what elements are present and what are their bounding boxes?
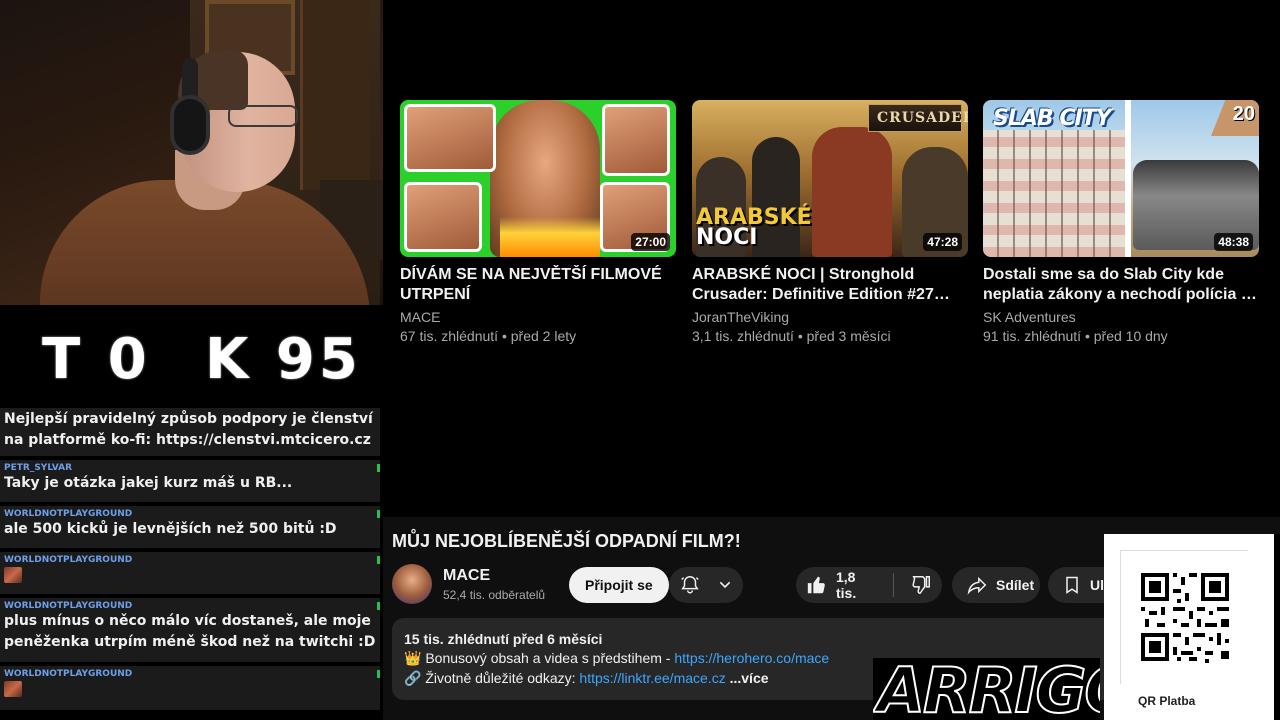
like-count: 1,8 tis.	[836, 569, 857, 601]
thumbnail-inset	[404, 104, 496, 172]
video-title[interactable]: DÍVÁM SE NA NEJVĚTŠÍ FILMOVÉ UTRPENÍ	[400, 265, 676, 305]
chat-indicator	[377, 670, 380, 678]
video-meta: 91 tis. zhlédnutí • před 10 dny	[983, 328, 1168, 344]
chat-username[interactable]: WORLDNOTPLAYGROUND	[4, 669, 380, 679]
chat-message-text: plus mínus o něco málo víc dostaneš, ale…	[4, 613, 376, 650]
chat-message: WORLDNOTPLAYGROUND	[0, 666, 380, 712]
emote-icon	[4, 567, 22, 583]
share-icon	[966, 574, 988, 596]
like-separator	[893, 573, 894, 597]
video-title[interactable]: ARABSKÉ NOCI | Stronghold Crusader: Defi…	[692, 265, 968, 305]
chat-indicator	[377, 556, 380, 564]
chat-message: Nejlepší pravidelný způsob podpory je čl…	[0, 408, 380, 458]
recommended-video[interactable]: CRUSADER ARABSKÉ NOCI 47:28 ARABSKÉ NOCI…	[692, 100, 972, 345]
chat-message-text: ale 500 kicků je levnějších než 500 bitů…	[4, 521, 337, 537]
thumbnail-inset	[404, 182, 482, 252]
emote-icon	[4, 681, 22, 697]
video-title: MŮJ NEJOBLÍBENĚJŠÍ ODPADNÍ FILM?!	[392, 531, 741, 551]
thumbnail-caption: SLAB CITY	[993, 106, 1112, 131]
channel-name[interactable]: JoranTheViking	[692, 307, 972, 327]
show-more-button[interactable]: ...více	[726, 670, 769, 686]
qr-code-icon	[1121, 551, 1249, 685]
channel-name[interactable]: SK Adventures	[983, 307, 1263, 327]
video-meta: 3,1 tis. zhlédnutí • před 3 měsíci	[692, 328, 891, 344]
thumbnail-fire	[500, 217, 600, 257]
like-button[interactable]: 1,8 tis.	[806, 569, 875, 601]
share-button[interactable]: Sdílet	[952, 567, 1040, 603]
thumbnail-figure	[812, 127, 892, 257]
join-button[interactable]: Připojit se	[569, 567, 669, 603]
chevron-down-icon	[717, 577, 733, 593]
qr-code	[1120, 550, 1249, 685]
bell-icon	[679, 574, 701, 596]
video-thumbnail[interactable]: CRUSADER ARABSKÉ NOCI 47:28	[692, 100, 968, 257]
thumbs-down-icon[interactable]	[910, 574, 932, 596]
channel-name[interactable]: MACE	[443, 567, 490, 585]
headset-icon	[170, 95, 210, 155]
bookmark-icon	[1062, 575, 1082, 595]
webcam-feed	[0, 0, 383, 305]
chat-message-text: Nejlepší pravidelný způsob podpory je čl…	[4, 411, 373, 448]
share-label: Sdílet	[996, 577, 1035, 593]
description-link[interactable]: https://herohero.co/mace	[674, 650, 829, 666]
stream-chat: Nejlepší pravidelný způsob podpory je čl…	[0, 408, 383, 720]
chat-indicator	[377, 510, 380, 518]
chat-message: WORLDNOTPLAYGROUND plus mínus o něco mál…	[0, 598, 380, 664]
thumbnail-signs-overlay	[983, 130, 1125, 257]
chat-username[interactable]: WORLDNOTPLAYGROUND	[4, 509, 380, 519]
background-door	[300, 0, 370, 190]
chat-username[interactable]: WORLDNOTPLAYGROUND	[4, 555, 380, 565]
qr-label: QR Platba	[1138, 694, 1196, 708]
thumbnail-divider	[1125, 100, 1131, 257]
chat-indicator	[377, 602, 380, 610]
qr-payment-panel: QR Platba	[1104, 534, 1280, 720]
score-right: K 95	[205, 327, 362, 392]
video-thumbnail[interactable]: SLAB CITY 20 48:38	[983, 100, 1259, 257]
video-duration: 27:00	[631, 233, 670, 251]
channel-avatar[interactable]	[392, 564, 432, 604]
description-link[interactable]: https://linktr.ee/mace.cz	[579, 670, 725, 686]
score-left: T 0	[42, 327, 151, 392]
game-logo: CRUSADER	[868, 104, 968, 132]
score-overlay: T 0 K 95	[0, 305, 383, 408]
chat-username[interactable]: WORLDNOTPLAYGROUND	[4, 601, 380, 611]
channel-name[interactable]: MACE	[400, 307, 680, 327]
chat-message: PETR_SYLVAR Taky je otázka jakej kurz má…	[0, 460, 380, 504]
notifications-button[interactable]	[669, 567, 743, 603]
episode-number-badge: 20	[1211, 100, 1259, 136]
video-meta: 67 tis. zhlédnutí • před 2 lety	[400, 328, 577, 344]
chat-message: WORLDNOTPLAYGROUND	[0, 552, 380, 596]
join-label: Připojit se	[585, 577, 653, 593]
sponsor-logo: ARRIGOS	[873, 658, 1100, 720]
video-duration: 47:28	[923, 233, 962, 251]
glasses	[228, 105, 298, 127]
recommended-video[interactable]: 27:00 DÍVÁM SE NA NEJVĚTŠÍ FILMOVÉ UTRPE…	[400, 100, 680, 345]
video-thumbnail[interactable]: 27:00	[400, 100, 676, 257]
like-dislike-group: 1,8 tis.	[796, 567, 942, 603]
thumbnail-inset	[602, 104, 670, 176]
description-views-date: 15 tis. zhlédnutí před 6 měsíci	[404, 631, 603, 647]
chat-username[interactable]: PETR_SYLVAR	[4, 463, 380, 473]
edge-strip	[1274, 534, 1280, 720]
recommended-video[interactable]: SLAB CITY 20 48:38 Dostali sme sa do Sla…	[983, 100, 1263, 345]
thumbs-up-icon	[806, 574, 828, 596]
chat-indicator	[377, 464, 380, 472]
thumbnail-caption: ARABSKÉ NOCI	[696, 205, 812, 250]
video-duration: 48:38	[1214, 233, 1253, 251]
subscriber-count: 52,4 tis. odběratelů	[443, 588, 546, 602]
chat-message-text: Taky je otázka jakej kurz máš u RB...	[4, 475, 293, 491]
chat-message: WORLDNOTPLAYGROUND ale 500 kicků je levn…	[0, 506, 380, 550]
video-title[interactable]: Dostali sme sa do Slab City kde neplatia…	[983, 265, 1259, 305]
